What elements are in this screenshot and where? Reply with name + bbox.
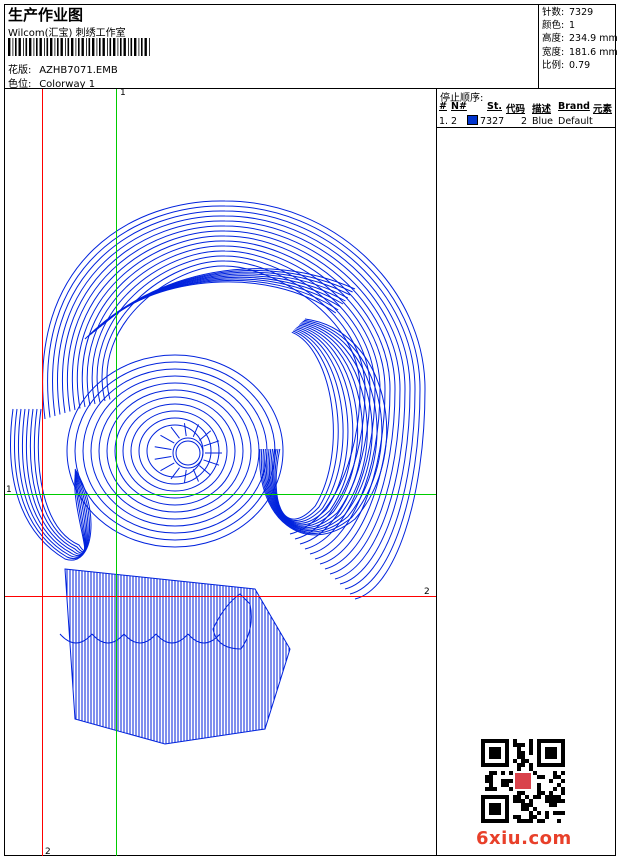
stats-divider [538,4,539,88]
red-guide-horizontal [5,596,436,597]
skull-embroidery-design [5,89,436,856]
stat-width: 宽度: 181.6 mm [542,46,618,58]
sidebar-divider [436,88,437,856]
seal-stamp-icon [515,773,531,789]
table-bottom-rule [436,127,616,128]
thread-color-swatch [467,115,478,125]
col-brand: Brand [558,101,590,112]
qr-code [481,739,565,823]
row-index: 1. [439,116,449,127]
col-description: 描述 [532,104,552,115]
row-stitches: 7327 [480,116,505,127]
barcode [8,38,150,56]
red-guide-vertical [42,89,43,856]
stats-panel: 针数: 7329 颜色: 1 高度: 234.9 mm 宽度: 181.6 mm 比例:… [542,6,618,72]
green-guide-vertical [116,89,117,856]
software-subtitle: Wilcom(汇宝) 刺绣工作室 [8,28,126,39]
green-guide-label-left: 1 [6,485,12,495]
col-element: 元素 [593,104,613,115]
col-stitches: St. [487,101,502,112]
red-guide-label-bottom: 2 [45,847,51,857]
pattern-row: 花版: AZHB7071.EMB [8,61,118,76]
page-title: 生产作业图 [8,6,84,24]
stat-scale: 比例: 0.79 [542,59,591,71]
green-guide-label-top: 1 [120,88,126,98]
pattern-label: 花版: [8,65,32,76]
stat-height: 高度: 234.9 mm [542,33,618,45]
green-guide-horizontal [5,494,436,495]
red-guide-label-right: 2 [424,587,430,597]
col-code: 代码 [506,104,526,115]
watermark-text: 6xiu.com [476,828,572,849]
row-n: 2 [451,116,458,127]
colorway-label: 色位: [8,79,32,90]
stat-colors: 颜色: 1 [542,20,576,32]
colorway-row: 色位: Colorway 1 [8,75,95,90]
col-hash: # [439,101,447,112]
stat-stitches: 针数: 7329 [542,7,594,18]
row-brand: Default [558,116,593,127]
row-code: 2 [521,116,528,127]
col-n: N# [451,101,467,112]
row-description: Blue [532,116,554,127]
